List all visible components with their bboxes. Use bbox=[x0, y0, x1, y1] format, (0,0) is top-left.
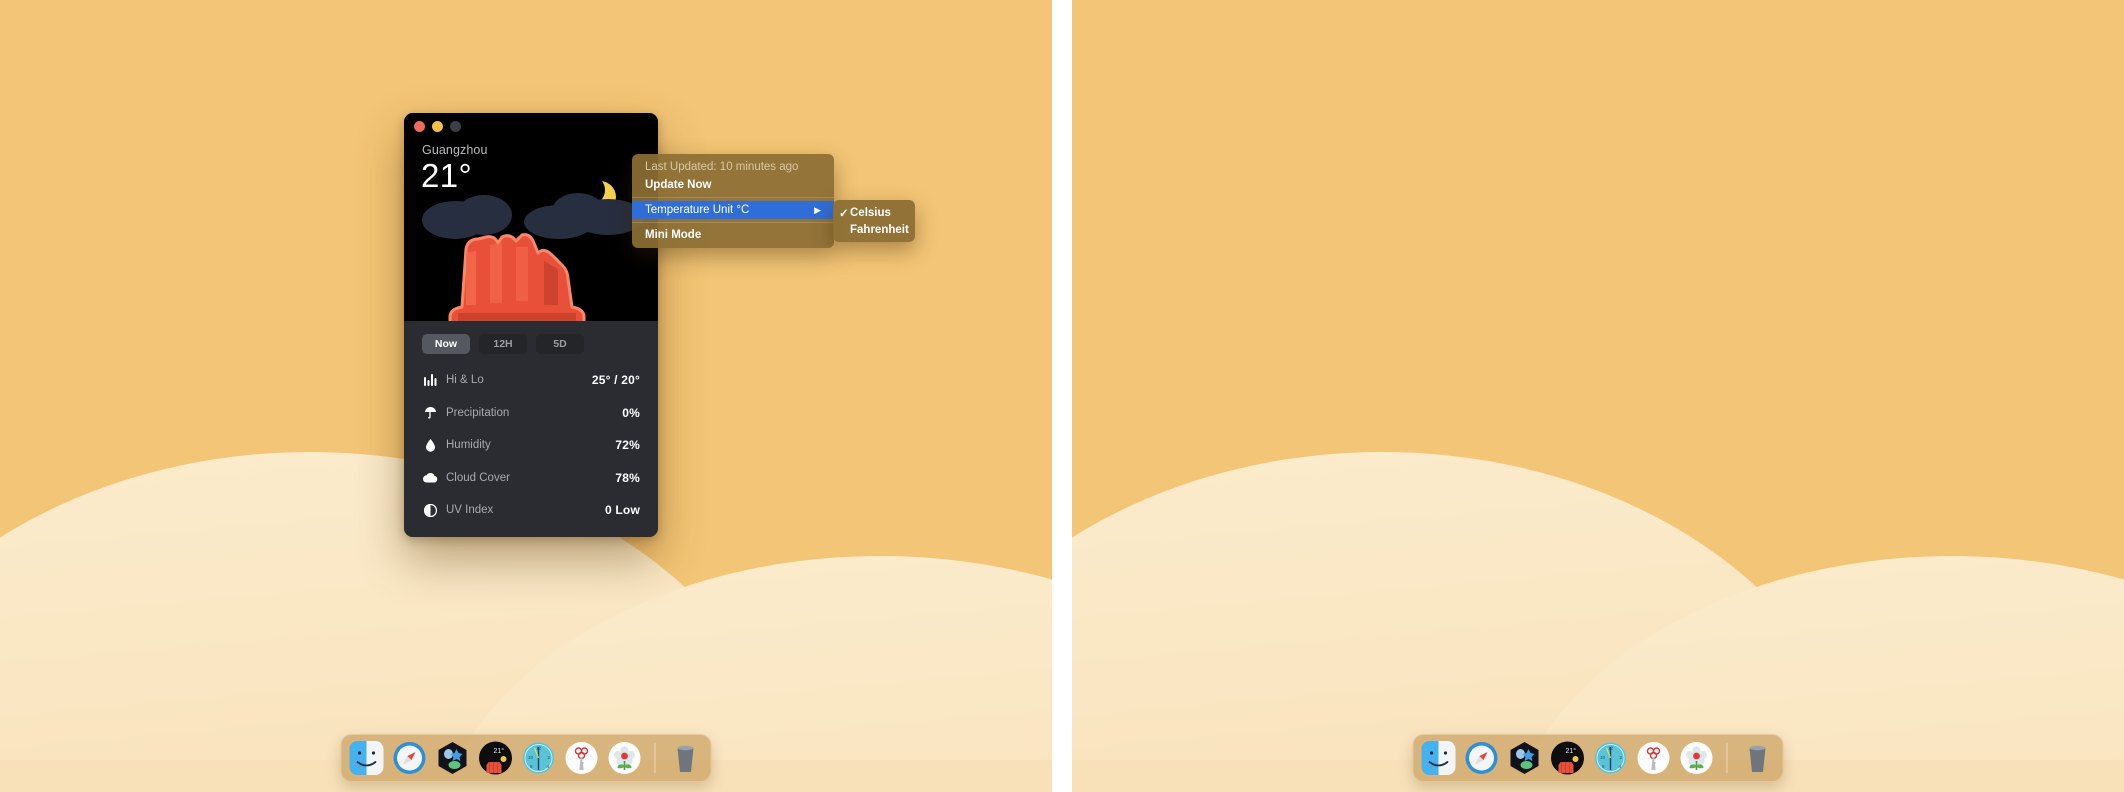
trash-icon[interactable] bbox=[1741, 741, 1775, 775]
submenu-item-label: Fahrenheit bbox=[850, 223, 909, 236]
droplet-icon bbox=[422, 438, 438, 452]
menu-item-label: Temperature Unit °C bbox=[645, 204, 750, 216]
menu-item-mini-mode[interactable]: Mini Mode bbox=[632, 226, 834, 244]
menu-separator bbox=[632, 197, 834, 198]
desktop-wallpaper bbox=[1072, 0, 2124, 792]
temperature-unit-submenu[interactable]: ✓ Celsius Fahrenheit bbox=[833, 200, 915, 242]
minimize-button[interactable] bbox=[432, 120, 443, 132]
detail-label: Hi & Lo bbox=[446, 374, 484, 387]
clock-icon[interactable]: 1210284 bbox=[522, 741, 556, 775]
tab-now[interactable]: Now bbox=[422, 334, 470, 354]
svg-text:21°: 21° bbox=[494, 747, 505, 755]
check-icon: ✓ bbox=[839, 207, 849, 220]
half-circle-icon bbox=[422, 503, 438, 517]
umbrella-icon bbox=[422, 406, 438, 420]
detail-value: 0 Low bbox=[604, 503, 640, 518]
photos-icon[interactable] bbox=[1680, 741, 1714, 775]
current-temperature: 21° bbox=[421, 157, 473, 194]
context-menu[interactable]: Last Updated: 10 minutes ago Update Now … bbox=[632, 154, 834, 248]
dock-right[interactable]: 21° 1210284 bbox=[1412, 734, 1784, 782]
submenu-item-celsius[interactable]: ✓ Celsius bbox=[833, 204, 915, 221]
bar-chart-icon bbox=[422, 373, 438, 387]
submenu-item-label: Celsius bbox=[850, 206, 891, 219]
menu-separator bbox=[632, 222, 834, 223]
zoom-button bbox=[450, 120, 461, 132]
detail-label: Humidity bbox=[446, 439, 491, 452]
tab-12h[interactable]: 12H bbox=[479, 334, 527, 354]
submenu-item-fahrenheit[interactable]: Fahrenheit bbox=[833, 221, 915, 238]
clock-icon[interactable]: 1210284 bbox=[1594, 741, 1628, 775]
dock-separator bbox=[654, 743, 656, 773]
weather-icon[interactable]: 21° bbox=[479, 741, 513, 775]
detail-value: 0% bbox=[622, 405, 640, 420]
mesa-illustration bbox=[448, 233, 586, 321]
svg-text:10: 10 bbox=[1600, 755, 1606, 760]
weather-detail-list: Hi & Lo 25° / 20° Precipitation 0% Humid… bbox=[404, 364, 658, 537]
detail-value: 72% bbox=[615, 438, 640, 453]
detail-value: 25° / 20° bbox=[591, 373, 640, 388]
detail-row-humidity[interactable]: Humidity 72% bbox=[422, 429, 640, 462]
app-hexagon-icon[interactable] bbox=[1508, 741, 1542, 775]
detail-label: Precipitation bbox=[446, 406, 510, 419]
cloud-icon bbox=[422, 471, 438, 485]
trash-icon[interactable] bbox=[669, 741, 703, 775]
svg-text:21°: 21° bbox=[1566, 747, 1577, 755]
weather-hero: Guangzhou 21° bbox=[404, 113, 658, 321]
window-titlebar bbox=[404, 113, 658, 139]
detail-row-hi-lo[interactable]: Hi & Lo 25° / 20° bbox=[422, 364, 640, 397]
panel-left: Guangzhou 21° Now 12H 5D Hi & Lo 25° / 2… bbox=[0, 0, 1052, 792]
dock-separator bbox=[1726, 743, 1728, 773]
menu-item-temperature-unit[interactable]: Temperature Unit °C ▶ bbox=[632, 201, 834, 219]
detail-row-uv-index[interactable]: UV Index 0 Low bbox=[422, 494, 640, 527]
chevron-right-icon: ▶ bbox=[814, 204, 821, 215]
svg-text:10: 10 bbox=[528, 755, 534, 760]
safari-icon[interactable] bbox=[1465, 741, 1499, 775]
screenshot-stage: Guangzhou 21° Now 12H 5D Hi & Lo 25° / 2… bbox=[0, 0, 2124, 792]
keychain-icon[interactable] bbox=[565, 741, 599, 775]
finder-icon[interactable] bbox=[1421, 741, 1456, 775]
detail-row-cloud-cover[interactable]: Cloud Cover 78% bbox=[422, 462, 640, 495]
finder-icon[interactable] bbox=[349, 741, 384, 775]
keychain-icon[interactable] bbox=[1637, 741, 1671, 775]
tab-5d[interactable]: 5D bbox=[536, 334, 584, 354]
detail-label: UV Index bbox=[446, 504, 494, 517]
app-hexagon-icon[interactable] bbox=[436, 741, 470, 775]
close-button[interactable] bbox=[414, 120, 425, 132]
photos-icon[interactable] bbox=[608, 741, 642, 775]
detail-row-precipitation[interactable]: Precipitation 0% bbox=[422, 397, 640, 430]
time-range-tabs[interactable]: Now 12H 5D bbox=[404, 321, 658, 364]
panel-right: Guangzhou 21° Now 12H bbox=[1072, 0, 2124, 792]
city-name: Guangzhou bbox=[422, 143, 488, 157]
menu-item-last-updated: Last Updated: 10 minutes ago bbox=[645, 161, 799, 173]
menu-item-update-now[interactable]: Update Now bbox=[632, 176, 834, 194]
dock-left[interactable]: 21° 1210284 bbox=[340, 734, 712, 782]
weather-window[interactable]: Guangzhou 21° Now 12H 5D Hi & Lo 25° / 2… bbox=[404, 113, 658, 537]
detail-value: 78% bbox=[615, 470, 640, 485]
weather-icon[interactable]: 21° bbox=[1551, 741, 1585, 775]
safari-icon[interactable] bbox=[393, 741, 427, 775]
detail-label: Cloud Cover bbox=[446, 471, 510, 484]
